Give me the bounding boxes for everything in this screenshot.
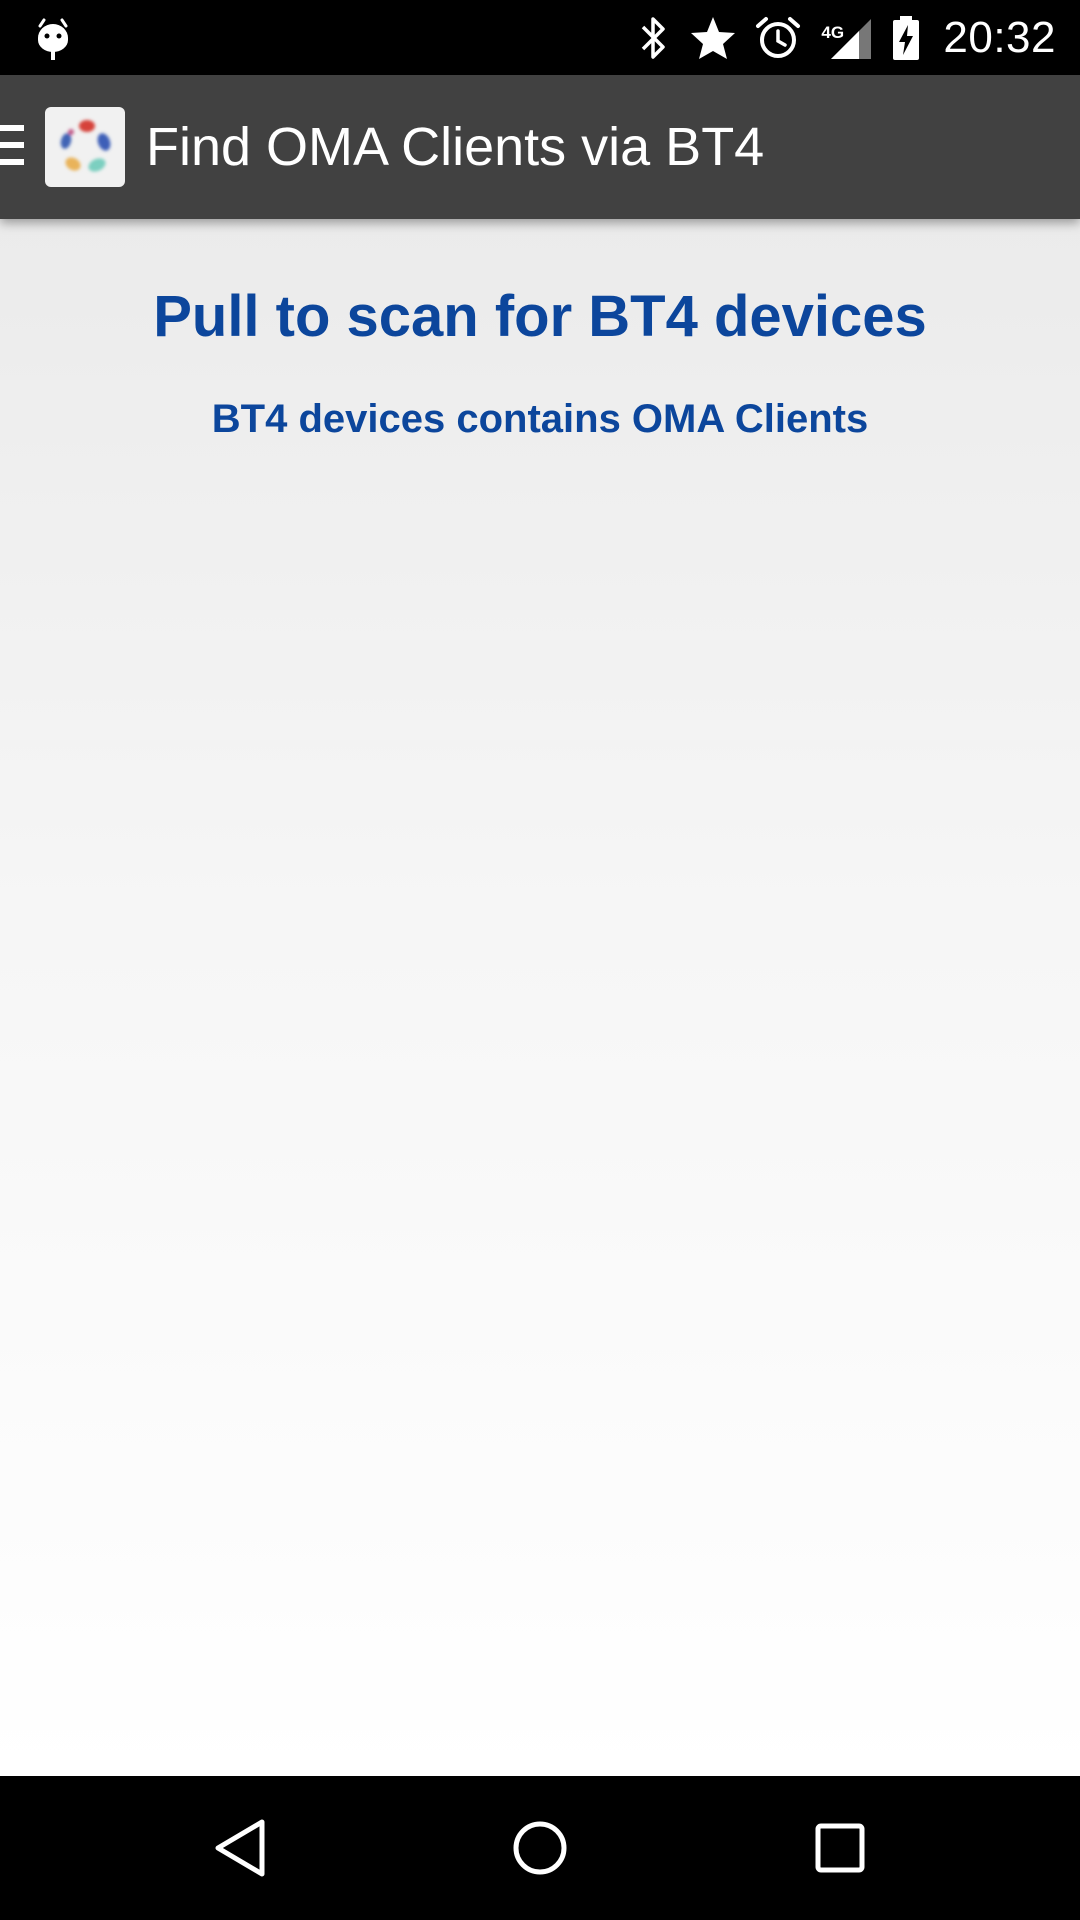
pull-to-scan-headline: Pull to scan for BT4 devices: [153, 284, 927, 349]
network-type-label: 4G: [821, 22, 845, 42]
status-clock: 20:32: [943, 12, 1056, 62]
hamburger-menu-icon[interactable]: [0, 125, 26, 169]
home-icon[interactable]: [505, 1813, 575, 1883]
bt4-info-subtitle: BT4 devices contains OMA Clients: [211, 397, 869, 441]
status-icons: 4G 20:32: [637, 0, 1080, 75]
star-icon: [689, 15, 737, 61]
navigation-bar: [0, 1776, 1080, 1920]
bluetooth-icon: [637, 15, 671, 61]
battery-charging-icon: [891, 14, 921, 62]
back-icon[interactable]: [205, 1813, 275, 1883]
phone-screen: 4G 20:32 Find OMA Clients via BT4 Pull t…: [0, 0, 1080, 1920]
scan-content-area[interactable]: Pull to scan for BT4 devices BT4 devices…: [0, 219, 1080, 1776]
status-bar: 4G 20:32: [0, 0, 1080, 75]
app-logo-icon[interactable]: [45, 107, 125, 187]
recents-icon[interactable]: [805, 1813, 875, 1883]
app-bar: Find OMA Clients via BT4: [0, 75, 1080, 219]
signal-icon: 4G: [819, 15, 873, 61]
alarm-icon: [755, 15, 801, 61]
android-debug-icon: [34, 12, 74, 62]
app-title: Find OMA Clients via BT4: [146, 117, 765, 177]
